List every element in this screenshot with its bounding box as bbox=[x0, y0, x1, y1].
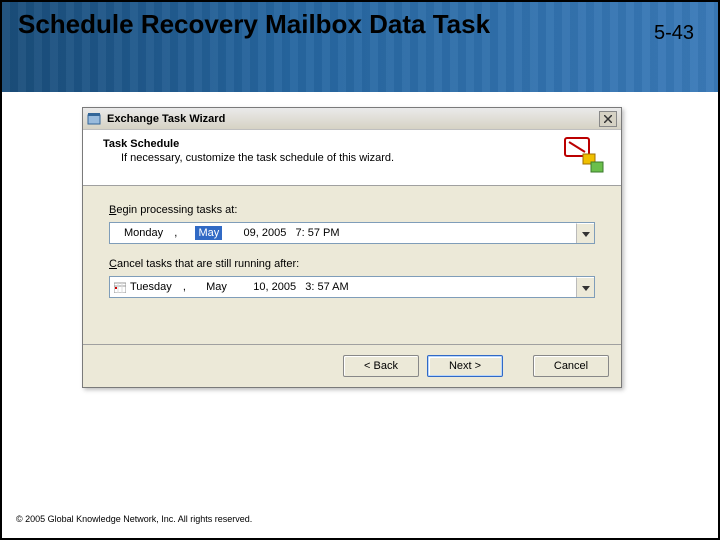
cancel-rest[interactable]: 10, 2005 3: 57 AM bbox=[231, 281, 353, 293]
wizard-body: Begin processing tasks at: Monday , May … bbox=[83, 186, 621, 344]
begin-datetime-field[interactable]: Monday , May 09, 2005 7: 57 PM bbox=[109, 222, 595, 244]
copyright: © 2005 Global Knowledge Network, Inc. Al… bbox=[16, 514, 252, 524]
close-button[interactable] bbox=[599, 111, 617, 127]
begin-rest[interactable]: 09, 2005 7: 57 PM bbox=[224, 227, 343, 239]
begin-day[interactable]: Monday bbox=[110, 227, 167, 239]
slide-number: 5-43 bbox=[654, 22, 694, 45]
wizard-graphic-icon bbox=[563, 136, 611, 180]
wizard-heading: Task Schedule bbox=[103, 138, 607, 150]
wizard-header-panel: Task Schedule If necessary, customize th… bbox=[83, 130, 621, 186]
chevron-down-icon bbox=[582, 230, 590, 238]
begin-month[interactable]: May bbox=[195, 226, 222, 240]
wizard-subheading: If necessary, customize the task schedul… bbox=[103, 152, 607, 164]
cancel-label: Cancel tasks that are still running afte… bbox=[109, 258, 595, 270]
cancel-datetime-field[interactable]: Tuesday , May 10, 2005 3: 57 AM bbox=[109, 276, 595, 298]
titlebar: Exchange Task Wizard bbox=[83, 108, 621, 130]
back-button[interactable]: < Back bbox=[343, 355, 419, 377]
begin-dropdown-button[interactable] bbox=[576, 223, 594, 243]
cancel-dropdown-button[interactable] bbox=[576, 277, 594, 297]
cancel-month[interactable]: May bbox=[202, 281, 231, 293]
chevron-down-icon bbox=[582, 284, 590, 292]
cancel-button[interactable]: Cancel bbox=[533, 355, 609, 377]
wizard-footer: < Back Next > Cancel bbox=[83, 344, 621, 387]
app-icon bbox=[87, 112, 101, 126]
cancel-day[interactable]: Tuesday bbox=[126, 281, 176, 293]
calendar-icon bbox=[110, 281, 126, 293]
slide-header: Schedule Recovery Mailbox Data Task 5-43 bbox=[2, 2, 718, 92]
next-button[interactable]: Next > bbox=[427, 355, 503, 377]
wizard-dialog: Exchange Task Wizard Task Schedule If ne… bbox=[82, 107, 622, 388]
close-icon bbox=[604, 115, 612, 123]
begin-label: Begin processing tasks at: bbox=[109, 204, 595, 216]
slide-title: Schedule Recovery Mailbox Data Task bbox=[18, 10, 702, 40]
window-title: Exchange Task Wizard bbox=[107, 113, 225, 125]
